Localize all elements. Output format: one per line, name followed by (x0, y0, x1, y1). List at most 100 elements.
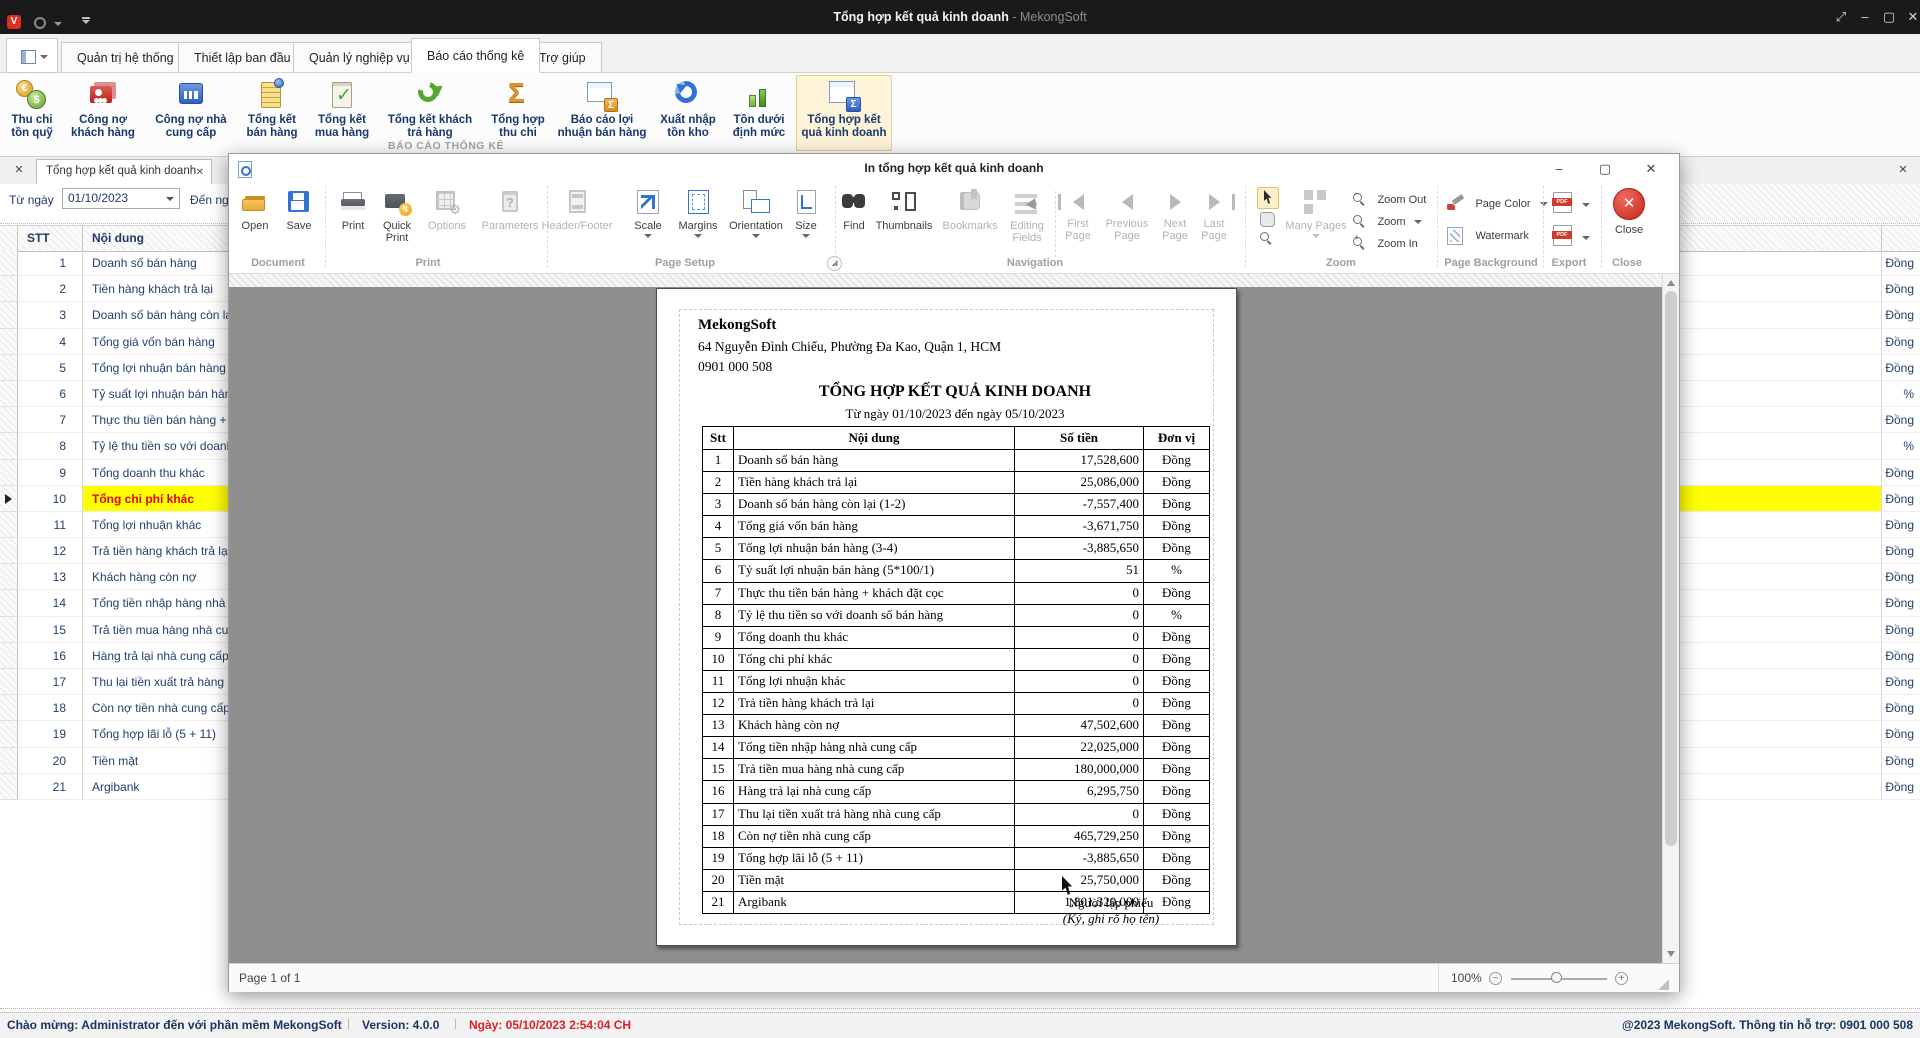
document-tab[interactable]: Tổng hợp kết quả kinh doanh ✕ (36, 159, 212, 184)
column-header-don-vi[interactable] (1882, 226, 1920, 251)
zoom-out-icon[interactable]: − (1489, 972, 1502, 985)
save-button[interactable]: Save (281, 188, 317, 232)
watermark-button[interactable]: Watermark (1447, 227, 1557, 245)
send-email-button[interactable] (1553, 225, 1597, 251)
cell-stt[interactable]: 3 (18, 302, 83, 328)
zoom-out-button[interactable]: − Zoom Out (1353, 191, 1433, 209)
tab-bao-cao-thong-ke[interactable]: Báo cáo thống kê (411, 38, 540, 73)
cell-unit[interactable]: Đồng (1882, 695, 1920, 721)
cell-unit[interactable]: Đồng (1882, 748, 1920, 774)
cell-stt[interactable]: 7 (18, 407, 83, 433)
cell-stt[interactable]: 16 (18, 643, 83, 669)
tab-quan-tri-he-thong[interactable]: Quản trị hệ thống (61, 42, 190, 73)
cell-unit[interactable]: % (1882, 433, 1920, 459)
cell-unit[interactable]: Đồng (1882, 669, 1920, 695)
resize-grip[interactable] (1657, 978, 1669, 990)
export-document-button[interactable] (1553, 192, 1597, 218)
cell-unit[interactable]: Đồng (1882, 407, 1920, 433)
cell-stt[interactable]: 11 (18, 512, 83, 538)
next-page-button[interactable]: Next Page (1157, 188, 1193, 242)
quick-access-icon[interactable] (34, 17, 46, 29)
magnifier-icon[interactable] (1260, 232, 1274, 246)
close-icon[interactable]: ✕ (1634, 154, 1668, 183)
cell-unit[interactable]: Đồng (1882, 250, 1920, 276)
ribbon-pin-icon[interactable] (82, 20, 90, 24)
quick-print-button[interactable]: Quick Print (377, 188, 417, 244)
cell-stt[interactable]: 19 (18, 721, 83, 747)
zoom-in-button[interactable]: + Zoom In (1353, 235, 1433, 253)
close-icon[interactable]: ✕ (196, 161, 204, 184)
close-preview-button[interactable]: Close (1609, 188, 1649, 236)
cell-unit[interactable]: Đồng (1882, 590, 1920, 616)
tab-quan-ly-nghiep-vu[interactable]: Quản lý nghiệp vụ (293, 42, 426, 73)
print-button[interactable]: Print (335, 188, 371, 232)
cell-stt[interactable]: 1 (18, 250, 83, 276)
page-color-button[interactable]: Page Color (1447, 195, 1557, 213)
cell-stt[interactable]: 9 (18, 460, 83, 486)
minimize-icon[interactable]: – (1542, 154, 1576, 183)
cell-stt[interactable]: 6 (18, 381, 83, 407)
cell-stt[interactable]: 14 (18, 590, 83, 616)
tab-thiet-lap-ban-dau[interactable]: Thiết lập ban đầu (178, 42, 307, 73)
chevron-down-icon[interactable] (54, 22, 62, 26)
cell-stt[interactable]: 17 (18, 669, 83, 695)
close-icon[interactable]: ✕ (10, 162, 28, 178)
bookmarks-button[interactable]: Bookmarks (939, 188, 1001, 232)
cell-unit[interactable]: Đồng (1882, 564, 1920, 590)
size-button[interactable]: Size (787, 188, 825, 238)
cell-stt[interactable]: 4 (18, 329, 83, 355)
chevron-down-icon[interactable] (166, 197, 174, 201)
cell-stt[interactable]: 10 (18, 486, 83, 512)
cell-stt[interactable]: 2 (18, 276, 83, 302)
hand-tool-icon[interactable] (1260, 212, 1275, 227)
cell-unit[interactable]: Đồng (1882, 329, 1920, 355)
cell-unit[interactable]: Đồng (1882, 721, 1920, 747)
first-page-button[interactable]: First Page (1061, 188, 1095, 242)
orientation-button[interactable]: Orientation (725, 188, 787, 238)
cell-unit[interactable]: Đồng (1882, 512, 1920, 538)
cell-unit[interactable]: Đồng (1882, 355, 1920, 381)
cell-unit[interactable]: Đồng (1882, 617, 1920, 643)
from-date-input[interactable]: 01/10/2023 (62, 188, 180, 209)
cell-unit[interactable]: Đồng (1882, 460, 1920, 486)
scrollbar-thumb[interactable] (1665, 291, 1677, 846)
cell-stt[interactable]: 8 (18, 433, 83, 459)
cell-unit[interactable]: Đồng (1882, 276, 1920, 302)
zoom-button[interactable]: Zoom (1353, 213, 1433, 231)
preview-scrollbar[interactable] (1662, 274, 1679, 963)
open-button[interactable]: Open (237, 188, 273, 232)
many-pages-button[interactable]: Many Pages (1283, 188, 1349, 238)
scroll-up-icon[interactable] (1667, 280, 1675, 286)
thumbnails-button[interactable]: Thumbnails (873, 188, 935, 232)
cell-unit[interactable]: Đồng (1882, 486, 1920, 512)
parameters-button[interactable]: Parameters (477, 188, 543, 232)
zoom-in-icon[interactable]: + (1615, 972, 1628, 985)
cell-stt[interactable]: 15 (18, 617, 83, 643)
cell-unit[interactable]: Đồng (1882, 538, 1920, 564)
cell-stt[interactable]: 13 (18, 564, 83, 590)
cell-stt[interactable]: 5 (18, 355, 83, 381)
scale-button[interactable]: Scale (627, 188, 669, 238)
editing-fields-button[interactable]: Editing Fields (1005, 188, 1049, 244)
cell-stt[interactable]: 20 (18, 748, 83, 774)
close-icon[interactable]: ✕ (1898, 0, 1920, 34)
cell-unit[interactable]: Đồng (1882, 302, 1920, 328)
options-button[interactable]: Options (423, 188, 471, 232)
zoom-slider-knob[interactable] (1551, 972, 1562, 983)
preview-surface[interactable]: MekongSoft 64 Nguyễn Đình Chiểu, Phường … (229, 274, 1679, 963)
ribbon-layout-button[interactable] (6, 38, 58, 73)
cell-stt[interactable]: 21 (18, 774, 83, 800)
cell-stt[interactable]: 12 (18, 538, 83, 564)
cell-unit[interactable]: Đồng (1882, 643, 1920, 669)
pointer-tool-button[interactable] (1257, 187, 1279, 209)
cell-unit[interactable]: % (1882, 381, 1920, 407)
scroll-down-icon[interactable] (1667, 951, 1675, 957)
column-header-stt[interactable]: STT (18, 226, 83, 251)
margins-button[interactable]: Margins (673, 188, 723, 238)
maximize-icon[interactable]: ▢ (1588, 154, 1622, 183)
close-icon[interactable]: ✕ (1894, 162, 1912, 178)
find-button[interactable]: Find (839, 188, 869, 232)
dialog-titlebar[interactable]: In tổng hợp kết quả kinh doanh – ▢ ✕ (229, 154, 1679, 183)
last-page-button[interactable]: Last Page (1197, 188, 1231, 242)
cell-stt[interactable]: 18 (18, 695, 83, 721)
